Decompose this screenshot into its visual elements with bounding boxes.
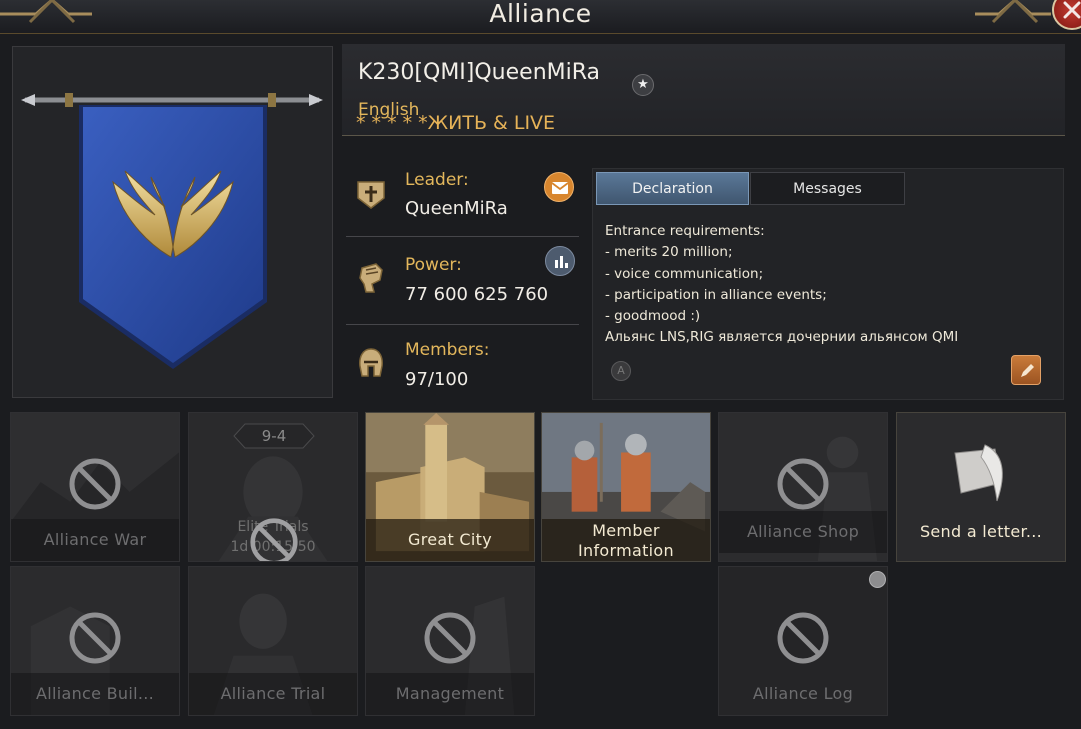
alliance-motto: * * * * *ЖИТЬ & LIVE [356, 112, 556, 134]
power-value: 77 600 625 760 [405, 284, 549, 305]
declaration-line: Альянс LNS,RIG является дочернии альянсо… [605, 329, 959, 346]
prohibited-icon [69, 458, 121, 510]
tab-messages[interactable]: Messages [750, 172, 905, 205]
tab-declaration[interactable]: Declaration [596, 172, 749, 205]
alliance-banner[interactable] [12, 46, 333, 398]
notification-dot [869, 571, 886, 588]
management-tile[interactable]: Management [365, 566, 535, 716]
info-panel: Declaration Messages Entrance requiremen… [592, 168, 1064, 400]
tile-label: Management [366, 673, 534, 715]
fist-icon [359, 263, 383, 293]
star-icon[interactable]: ★ [632, 74, 654, 96]
window-title: Alliance [489, 0, 592, 28]
tile-label: Alliance Buil... [11, 673, 179, 715]
helmet-icon [359, 348, 383, 377]
alliance-name: K230[QMI]QueenMiRa [358, 60, 601, 85]
bar-chart-icon [555, 256, 568, 268]
prohibited-icon [250, 518, 298, 561]
tile-label: Alliance Shop [719, 511, 887, 553]
mail-icon [551, 182, 569, 194]
leader-crest-icon [357, 181, 385, 209]
stage-badge-text: 9-4 [261, 427, 287, 445]
divider [346, 236, 579, 237]
members-label: Members: [405, 340, 490, 360]
prohibited-icon [424, 612, 476, 664]
tile-label: Send a letter... [919, 522, 1043, 541]
tile-label: Member Information [542, 519, 710, 561]
mail-leader-button[interactable] [544, 172, 574, 202]
alliance-shop-tile[interactable]: Alliance Shop [718, 412, 888, 562]
declaration-line: - merits 20 million; [605, 244, 733, 261]
alliance-trial-tile[interactable]: Alliance Trial [188, 566, 358, 716]
member-information-tile[interactable]: Member Information [541, 412, 711, 562]
power-stats-button[interactable] [545, 246, 575, 276]
close-icon [1063, 1, 1081, 19]
prohibited-icon [777, 612, 829, 664]
leader-label: Leader: [405, 170, 469, 190]
banner-flag-icon [21, 93, 323, 369]
leader-name[interactable]: QueenMiRa [405, 198, 508, 219]
tile-label: Alliance Trial [189, 673, 357, 715]
declaration-line: - goodmood :) [605, 308, 701, 325]
declaration-line: - voice communication; [605, 265, 764, 282]
power-label: Power: [405, 255, 462, 275]
great-city-tile[interactable]: Great City [365, 412, 535, 562]
translate-icon[interactable]: A [611, 361, 631, 381]
tile-label: Alliance Log [752, 684, 854, 703]
declaration-line: Entrance requirements: [605, 223, 765, 239]
quill-letter-icon [954, 444, 1003, 502]
title-bar: Alliance [0, 0, 1081, 34]
alliance-panel: K230[QMI]QueenMiRa ★ English * * * * *ЖИ… [0, 34, 1081, 729]
prohibited-icon [777, 458, 829, 510]
tile-label: Alliance War [11, 519, 179, 561]
members-count: 97/100 [405, 369, 469, 390]
alliance-log-tile[interactable]: Alliance Log [718, 566, 888, 716]
tile-label: Great City [366, 519, 534, 561]
prohibited-icon [69, 612, 121, 664]
alliance-war-tile[interactable]: Alliance War [10, 412, 180, 562]
edit-declaration-button[interactable] [1011, 355, 1041, 385]
elite-trials-tile[interactable]: 9-4 Elite Trials 1d 00:15:50 [188, 412, 358, 562]
alliance-buildings-tile[interactable]: Alliance Buil... [10, 566, 180, 716]
edit-icon [1021, 364, 1034, 377]
declaration-text: Entrance requirements: - merits 20 milli… [605, 221, 958, 349]
divider [346, 324, 579, 325]
send-letter-tile[interactable]: Send a letter... [896, 412, 1066, 562]
declaration-line: - participation in alliance events; [605, 286, 827, 303]
